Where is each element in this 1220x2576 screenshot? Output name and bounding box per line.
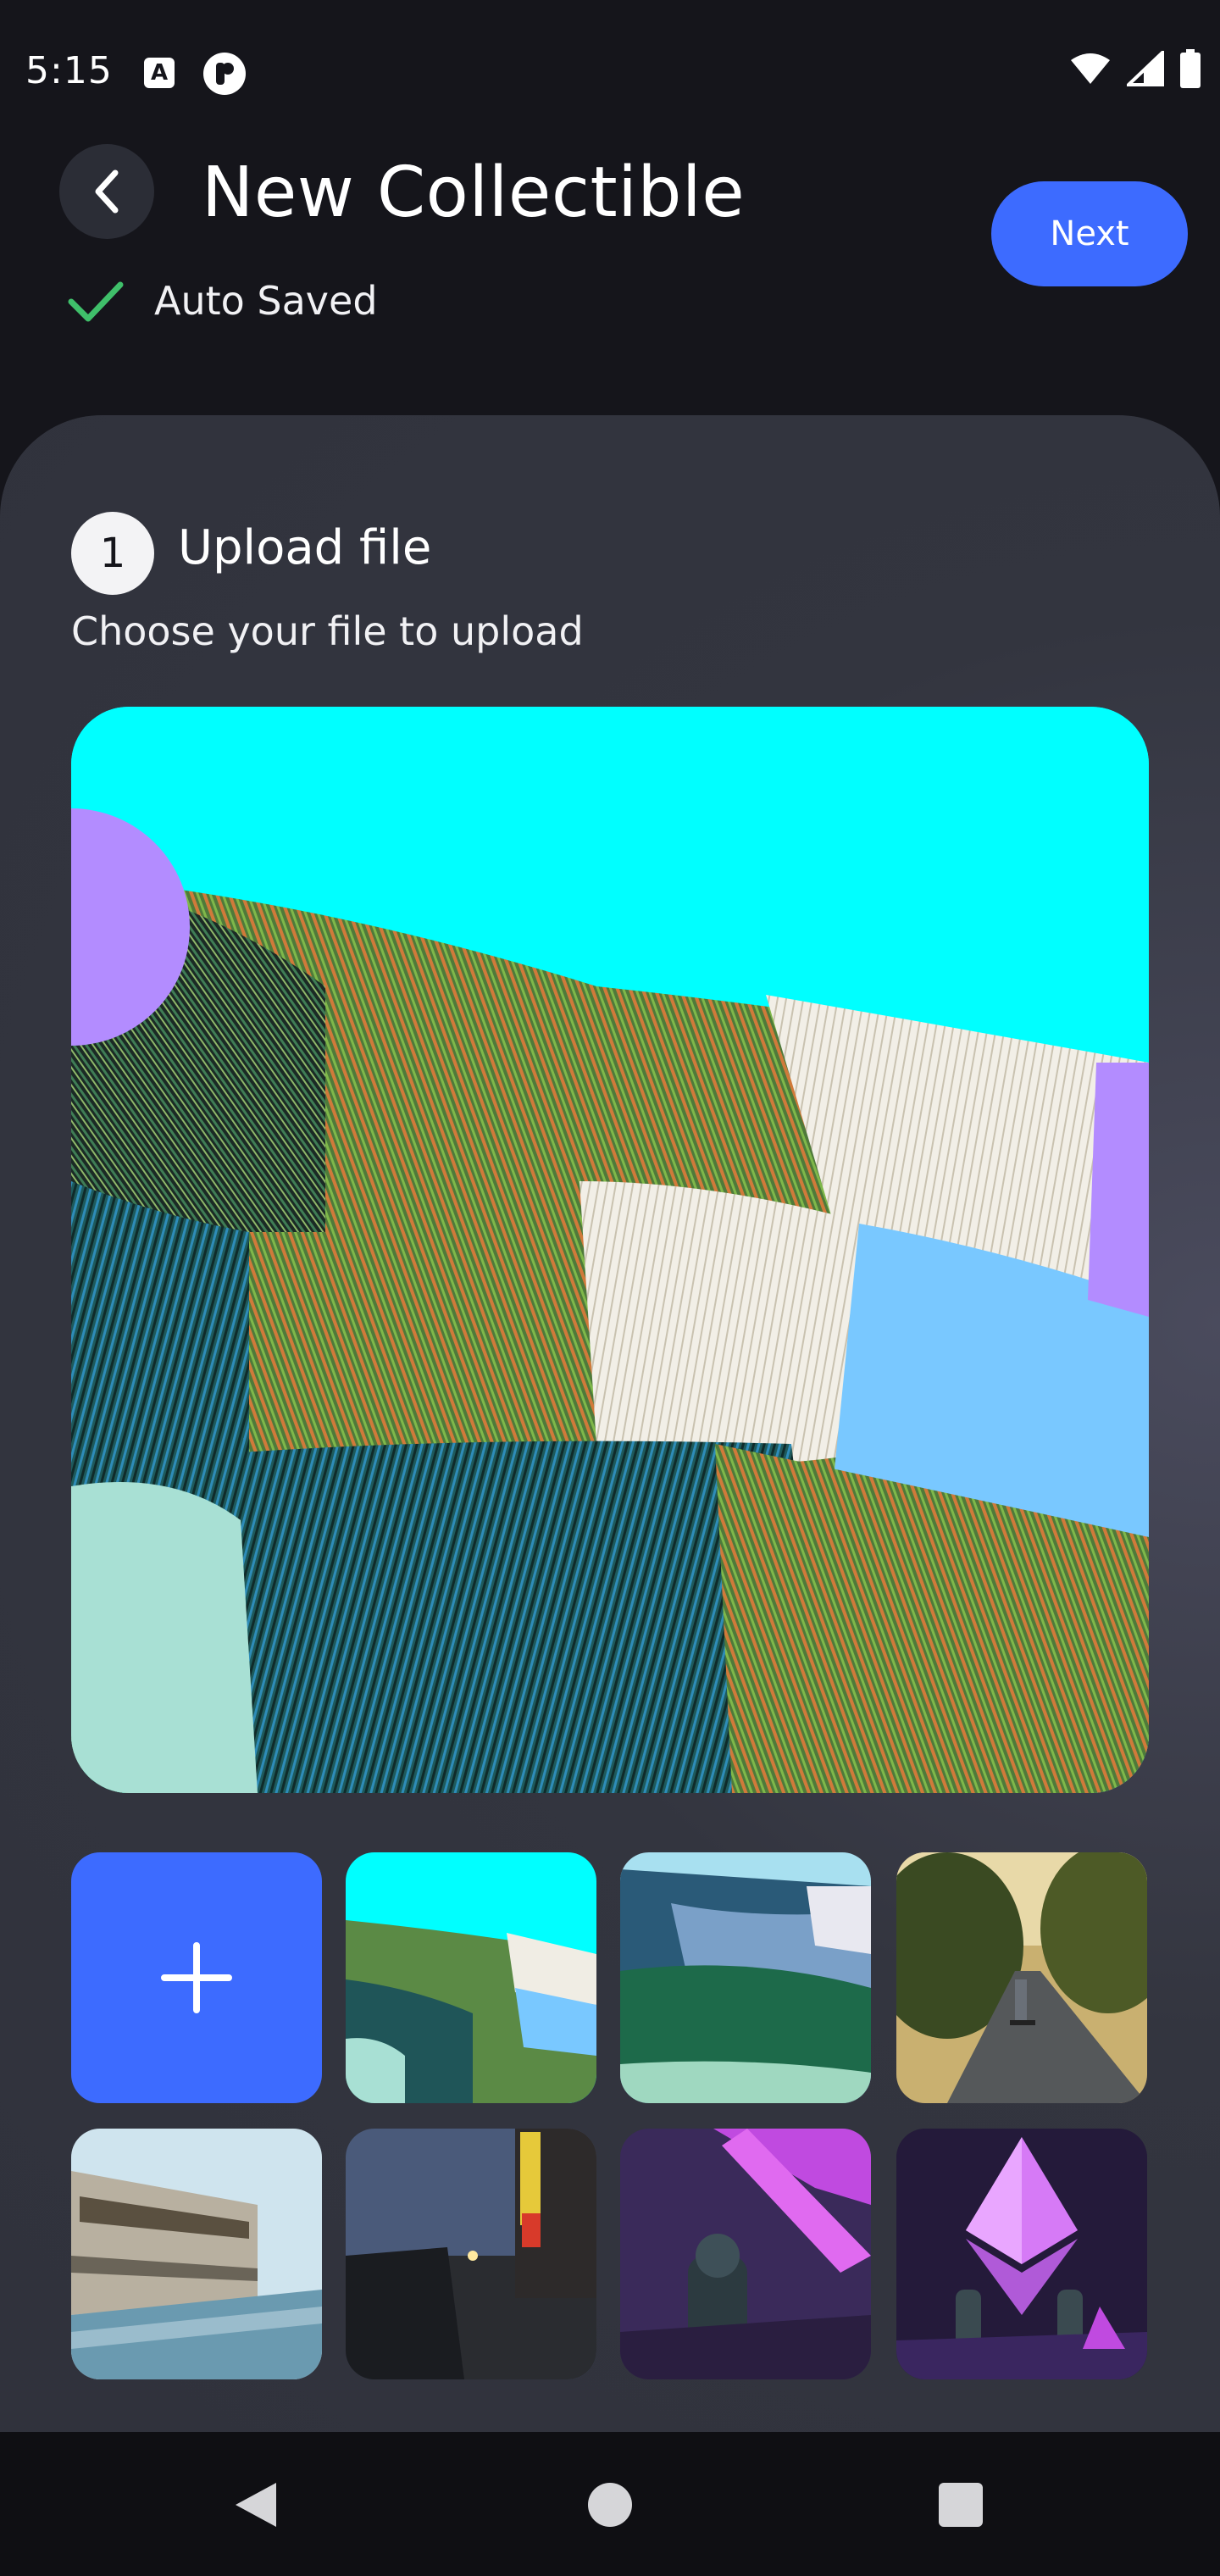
battery-icon — [1180, 49, 1201, 88]
skateboarder-on-road-image — [896, 1852, 1147, 2103]
step-number-badge: 1 — [71, 512, 154, 595]
back-button[interactable] — [59, 144, 154, 239]
nav-back-icon[interactable] — [234, 2481, 278, 2529]
thumbnail-skateboarder[interactable] — [896, 1852, 1147, 2103]
abstract-artwork-image — [71, 707, 1149, 1793]
page-title: New Collectible — [202, 153, 746, 233]
keyboard-a-icon: A — [144, 58, 175, 88]
next-button[interactable]: Next — [991, 181, 1188, 286]
thumbnail-ethereum-crystal[interactable] — [896, 2129, 1147, 2379]
selected-file-preview — [71, 707, 1149, 1793]
add-file-button[interactable] — [71, 1852, 322, 2103]
screen: 5:15 A New Collectible Next Auto Saved 1… — [0, 0, 1220, 2576]
status-time: 5:15 — [25, 49, 113, 92]
autosave-status: Auto Saved — [154, 278, 378, 324]
ethereum-crystal-scene-image — [896, 2129, 1147, 2379]
chevron-left-icon — [95, 169, 119, 214]
thumbnail-purple-crystal[interactable] — [620, 2129, 871, 2379]
city-street-at-dusk-image — [346, 2129, 596, 2379]
p-app-icon — [203, 53, 246, 95]
thumbnail-train[interactable] — [71, 2129, 322, 2379]
nav-recents-icon[interactable] — [939, 2483, 983, 2527]
passenger-train-image — [71, 2129, 322, 2379]
plus-icon — [161, 1942, 232, 2013]
status-bar: 5:15 A — [0, 0, 1220, 144]
status-icons — [1069, 49, 1201, 88]
wifi-icon — [1071, 53, 1110, 84]
thumbnail-abstract-cyan[interactable] — [346, 1852, 596, 2103]
abstract-blue-green-swirl-image — [620, 1852, 871, 2103]
step-title: Upload file — [178, 520, 432, 575]
nav-home-icon[interactable] — [588, 2483, 632, 2527]
check-icon — [68, 281, 124, 322]
abstract-cyan-swirl-image — [346, 1852, 596, 2103]
thumbnail-abstract-blue[interactable] — [620, 1852, 871, 2103]
signal-icon — [1127, 51, 1164, 86]
thumbnail-city-street[interactable] — [346, 2129, 596, 2379]
step-subtitle: Choose your file to upload — [71, 608, 584, 654]
purple-crystal-astronaut-image — [620, 2129, 871, 2379]
